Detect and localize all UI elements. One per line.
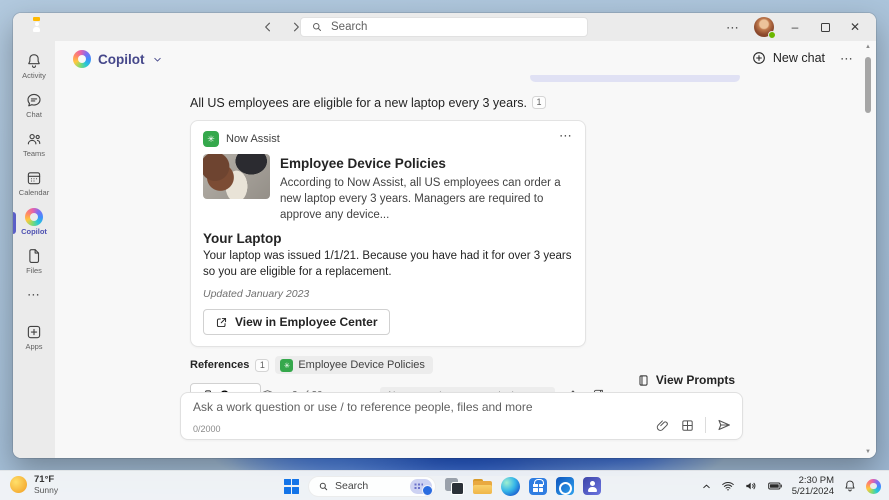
source-name: Now Assist: [226, 133, 280, 145]
message-input[interactable]: [193, 400, 623, 418]
taskbar-search[interactable]: Search: [308, 476, 436, 497]
view-prompts-button[interactable]: View Prompts: [637, 373, 735, 387]
top-search-box[interactable]: Search: [300, 17, 588, 37]
teams-app-icon: [29, 19, 45, 35]
sidebar-item-chat[interactable]: Chat: [13, 86, 55, 125]
document-icon: [25, 247, 43, 265]
start-button[interactable]: [284, 479, 299, 494]
avatar[interactable]: [754, 17, 774, 37]
copilot-pane: Copilot New chat ⋯ All US employees are …: [55, 41, 876, 458]
reference-card: ✳ Now Assist ⋯ Employee Device Policies …: [190, 120, 586, 347]
search-highlights-icon: [410, 479, 432, 494]
clock-date: 5/21/2024: [792, 486, 834, 497]
article-snippet: According to Now Assist, all US employee…: [280, 175, 573, 223]
calendar-icon: [25, 169, 43, 187]
taskbar-search-label: Search: [335, 480, 368, 492]
weather-condition: Sunny: [34, 485, 58, 495]
notifications-bell-icon[interactable]: [843, 479, 857, 493]
chat-more-button[interactable]: ⋯: [840, 52, 854, 65]
rail-more-button[interactable]: ⋯: [27, 281, 41, 308]
updated-label: Updated January 2023: [203, 288, 573, 300]
scroll-up-arrow[interactable]: ▲: [862, 44, 874, 50]
reference-number-badge: 1: [255, 359, 269, 372]
now-assist-icon: ✳: [203, 131, 219, 147]
back-button[interactable]: [259, 17, 277, 37]
sidebar-item-teams[interactable]: Teams: [13, 125, 55, 164]
char-counter: 0/2000: [193, 424, 221, 434]
volume-icon[interactable]: [744, 479, 758, 493]
scroll-down-arrow[interactable]: ▼: [862, 449, 874, 455]
search-icon: [311, 21, 323, 33]
outlook-icon[interactable]: [556, 477, 574, 495]
apps-plus-icon: [25, 323, 43, 341]
people-icon: [25, 130, 43, 148]
titlebar: Search ⋯ – ✕: [13, 13, 876, 41]
tray-chevron-up-icon[interactable]: [701, 481, 712, 492]
close-button[interactable]: ✕: [842, 14, 868, 40]
windows-copilot-icon[interactable]: [866, 479, 881, 494]
maximize-button[interactable]: [812, 14, 838, 40]
sidebar-item-apps[interactable]: Apps: [13, 318, 55, 357]
search-placeholder: Search: [331, 21, 367, 33]
sidebar-item-copilot[interactable]: Copilot: [13, 203, 55, 242]
references-row: References 1 ✳ Employee Device Policies: [190, 356, 586, 374]
taskbar-clock[interactable]: 2:30 PM 5/21/2024: [792, 475, 834, 498]
sidebar-item-files[interactable]: Files: [13, 242, 55, 281]
weather-temp: 71°F: [34, 474, 58, 485]
composer-divider: [705, 417, 706, 433]
microsoft-store-icon[interactable]: [529, 478, 547, 495]
reference-chip[interactable]: ✳ Employee Device Policies: [275, 356, 433, 374]
citation-badge[interactable]: 1: [532, 96, 546, 109]
taskbar-weather-widget[interactable]: 71°F Sunny: [10, 474, 58, 496]
card-more-button[interactable]: ⋯: [559, 129, 573, 142]
task-view-button[interactable]: [445, 478, 464, 495]
teams-taskbar-icon[interactable]: [583, 477, 601, 495]
prompt-book-icon: [637, 374, 650, 387]
attach-icon[interactable]: [655, 418, 670, 433]
app-rail: Activity Chat Teams Calendar Copilot Fil…: [13, 41, 55, 458]
wifi-icon[interactable]: [721, 479, 735, 493]
sun-icon: [10, 476, 27, 493]
message-thread: All US employees are eligible for a new …: [190, 96, 586, 407]
copilot-icon: [25, 208, 43, 226]
titlebar-more-button[interactable]: ⋯: [720, 14, 746, 40]
clock-time: 2:30 PM: [792, 475, 834, 486]
minimize-button[interactable]: –: [782, 14, 808, 40]
copilot-icon: [73, 50, 91, 68]
assistant-answer: All US employees are eligible for a new …: [190, 96, 586, 110]
windows-taskbar: 71°F Sunny Search: [0, 470, 889, 500]
sidebar-item-calendar[interactable]: Calendar: [13, 164, 55, 203]
extensions-grid-icon[interactable]: [680, 418, 695, 433]
message-composer: 0/2000: [180, 392, 743, 440]
send-button[interactable]: [716, 417, 732, 433]
view-in-employee-center-button[interactable]: View in Employee Center: [203, 309, 390, 335]
external-link-icon: [215, 316, 228, 329]
references-label: References: [190, 359, 249, 371]
battery-icon[interactable]: [767, 478, 783, 494]
sidebar-item-activity[interactable]: Activity: [13, 47, 55, 86]
article-title: Employee Device Policies: [280, 156, 573, 171]
previous-message-bubble: [530, 75, 740, 82]
section-heading: Your Laptop: [203, 231, 573, 246]
chat-bubble-icon: [25, 91, 43, 109]
section-body: Your laptop was issued 1/1/21. Because y…: [203, 249, 573, 281]
search-icon: [318, 481, 329, 492]
article-thumbnail: [203, 154, 270, 199]
scrollbar-thumb[interactable]: [865, 57, 871, 113]
now-assist-icon: ✳: [280, 359, 293, 372]
teams-window: Search ⋯ – ✕ Activity Chat Teams: [13, 13, 876, 458]
copilot-header[interactable]: Copilot: [73, 50, 163, 68]
edge-browser-icon[interactable]: [501, 477, 520, 496]
chevron-down-icon: [152, 54, 163, 65]
file-explorer-icon[interactable]: [473, 478, 492, 494]
new-chat-button[interactable]: New chat: [751, 50, 825, 66]
presence-indicator: [768, 31, 776, 39]
new-chat-plus-icon: [751, 50, 767, 66]
scrollbar[interactable]: ▲ ▼: [862, 44, 874, 455]
bell-icon: [25, 52, 43, 70]
page-title: Copilot: [98, 52, 145, 67]
